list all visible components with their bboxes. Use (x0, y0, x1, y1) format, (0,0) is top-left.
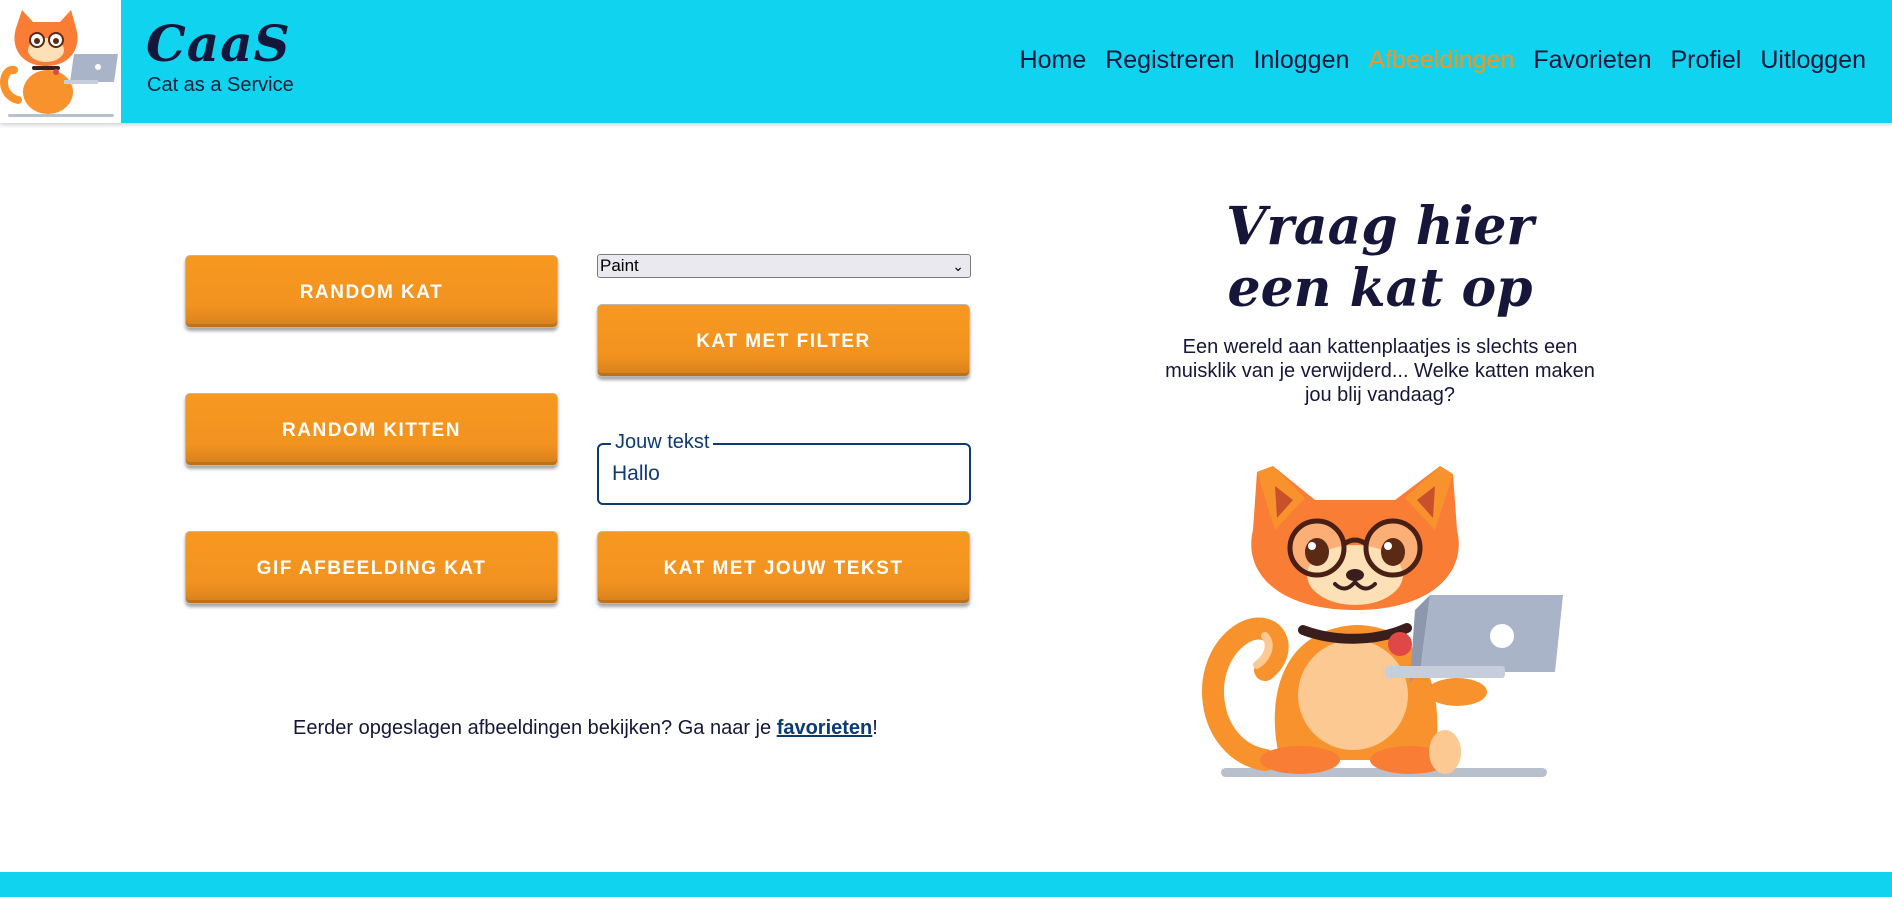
cat-logo-icon (0, 10, 118, 117)
favorites-hint: Eerder opgeslagen afbeeldingen bekijken?… (293, 717, 878, 740)
filter-select[interactable]: Paint ⌄ (597, 254, 971, 278)
nav-afbeeldingen[interactable]: Afbeeldingen (1368, 46, 1514, 75)
hero-title-line-2: een kat op (1227, 258, 1533, 319)
jouw-tekst-label: Jouw tekst (611, 431, 714, 454)
hero-title-line-1: Vraag hier (1226, 196, 1534, 257)
site-footer (0, 872, 1892, 897)
nav-inloggen[interactable]: Inloggen (1253, 46, 1349, 75)
gif-kat-button[interactable]: GIF AFBEELDING KAT (185, 531, 558, 604)
favorites-hint-prefix: Eerder opgeslagen afbeeldingen bekijken?… (293, 717, 777, 739)
hero-title: Vraag hier een kat op (1150, 196, 1610, 320)
kat-met-tekst-button[interactable]: KAT MET JOUW TEKST (597, 531, 970, 604)
jouw-tekst-input[interactable]: Hallo (612, 462, 660, 486)
logo[interactable] (0, 0, 121, 123)
nav-profiel[interactable]: Profiel (1670, 46, 1741, 75)
nav-registreren[interactable]: Registreren (1105, 46, 1234, 75)
favorieten-link[interactable]: favorieten (777, 717, 873, 739)
nav-uitloggen[interactable]: Uitloggen (1760, 46, 1866, 75)
chevron-down-icon: ⌄ (952, 258, 964, 274)
brand-subtitle: Cat as a Service (147, 74, 294, 96)
cat-laptop-illustration (1202, 466, 1563, 777)
site-header: CaaS Cat as a Service Home Registreren I… (0, 0, 1892, 123)
main-nav: Home Registreren Inloggen Afbeeldingen F… (1020, 46, 1866, 75)
nav-home[interactable]: Home (1020, 46, 1087, 75)
filter-select-value: Paint (600, 256, 639, 275)
nav-favorieten[interactable]: Favorieten (1533, 46, 1651, 75)
random-kat-button[interactable]: RANDOM KAT (185, 255, 558, 328)
jouw-tekst-field[interactable]: Jouw tekst Hallo (597, 431, 971, 505)
kat-met-filter-button[interactable]: KAT MET FILTER (597, 304, 970, 377)
hero-text: Een wereld aan kattenplaatjes is slechts… (1165, 336, 1595, 406)
random-kitten-button[interactable]: RANDOM KITTEN (185, 393, 558, 466)
brand-title: CaaS (146, 14, 291, 73)
favorites-hint-suffix: ! (872, 717, 878, 739)
